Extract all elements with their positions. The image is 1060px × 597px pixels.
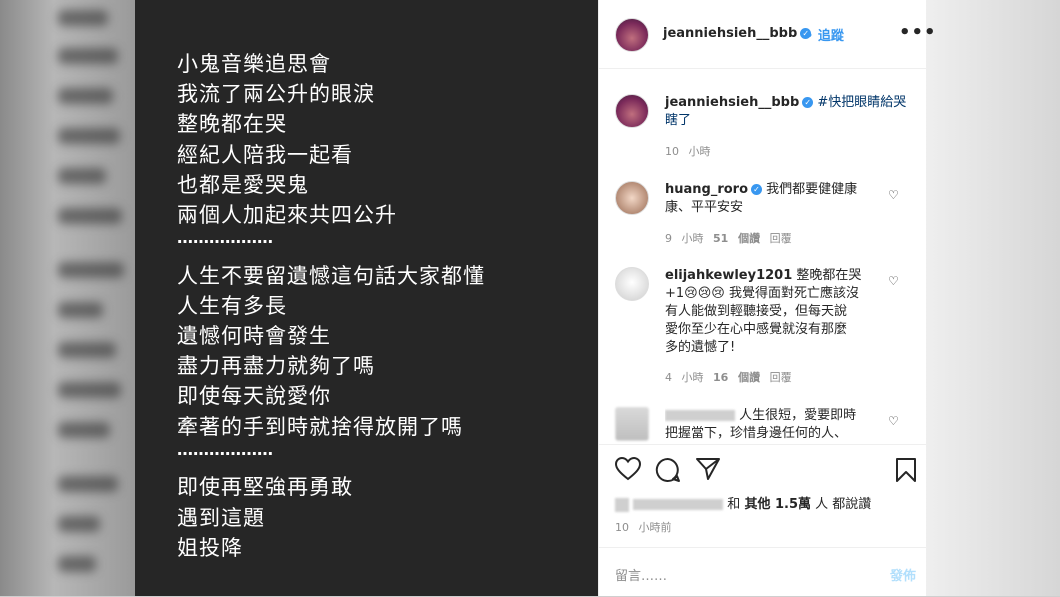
lyric-line: 即使每天說愛你 bbox=[177, 384, 331, 408]
lyric-divider: ……………… bbox=[177, 228, 273, 247]
post-sidebar: jeanniehsieh__bbb ✓ • 追蹤 ••• jeanniehsieh… bbox=[598, 0, 936, 597]
comment-text: 多的遺憾了! bbox=[665, 340, 736, 355]
more-options-icon[interactable]: ••• bbox=[899, 22, 937, 43]
lyric-line: 整晚都在哭 bbox=[177, 112, 287, 136]
like-icon[interactable] bbox=[615, 457, 641, 481]
comment-text: 有人能做到輕聽接受，但每天說 bbox=[665, 304, 848, 319]
comment-text: 整晚都在哭 bbox=[796, 268, 862, 283]
caption-username[interactable]: jeanniehsieh__bbb bbox=[665, 95, 799, 110]
follow-label[interactable]: 追蹤 bbox=[818, 29, 844, 44]
post-header: jeanniehsieh__bbb ✓ • 追蹤 ••• bbox=[599, 0, 936, 69]
lyric-line: 盡力再盡力就夠了嗎 bbox=[177, 354, 375, 378]
avatar[interactable] bbox=[615, 94, 649, 128]
lyric-line: 牽著的手到時就捨得放開了嗎 bbox=[177, 415, 463, 439]
verified-badge-icon: ✓ bbox=[802, 97, 814, 108]
lyric-line: 也都是愛哭鬼 bbox=[177, 173, 309, 197]
comment: elijahkewley1201 整晚都在哭 +1😢😢😢 我覺得面對死亡應該沒 … bbox=[665, 267, 880, 357]
likes-summary[interactable]: 和 其他 1.5萬 人 都說讚 bbox=[615, 493, 871, 512]
comment: huang_roro ✓ 我們都要健健康 康、平平安安 bbox=[665, 181, 880, 217]
comment: 人生很短，愛要即時 把握當下，珍惜身邊任何的人、 bbox=[665, 407, 880, 443]
lyric-line: 經紀人陪我一起看 bbox=[177, 143, 353, 167]
comment-text: 愛你至少在心中感覺就沒有那麼 bbox=[665, 322, 848, 337]
comment-text: 人生很短，愛要即時 bbox=[739, 408, 857, 423]
heart-icon[interactable]: ♡ bbox=[888, 274, 899, 288]
lyric-line: 兩個人加起來共四公升 bbox=[177, 203, 397, 227]
comment-username[interactable]: huang_roro bbox=[665, 182, 748, 197]
comment-text: 我們都要健健康 bbox=[766, 182, 858, 197]
comment-input-area: 留言…… 發佈 bbox=[599, 547, 926, 597]
avatar[interactable] bbox=[615, 267, 649, 301]
comment-icon[interactable] bbox=[655, 457, 681, 483]
post-image: 小鬼音樂追思會 我流了兩公升的眼淚 整晚都在哭 經紀人陪我一起看 也都是愛哭鬼 … bbox=[135, 0, 598, 596]
avatar[interactable] bbox=[615, 181, 649, 215]
caption-hashtag[interactable]: #快把眼睛給哭 bbox=[817, 95, 906, 110]
lyric-line: 遇到這題 bbox=[177, 506, 265, 530]
lyric-line: 姐投降 bbox=[177, 536, 243, 560]
comment-text: 把握當下，珍惜身邊任何的人、 bbox=[665, 426, 848, 441]
heart-icon[interactable]: ♡ bbox=[888, 188, 899, 202]
blurred-background-right bbox=[925, 0, 1060, 596]
reply-button[interactable]: 回覆 bbox=[770, 232, 792, 245]
comment-meta: 4 小時 16 個讚 回覆 bbox=[665, 369, 792, 385]
lyric-line: 人生有多長 bbox=[177, 294, 287, 318]
lyric-divider: ……………… bbox=[177, 440, 273, 459]
avatar[interactable] bbox=[615, 18, 649, 52]
comment-text: 康、平平安安 bbox=[665, 200, 744, 215]
blurred-avatar bbox=[615, 497, 629, 512]
caption-time: 10 小時 bbox=[665, 145, 711, 158]
likes-count: 1.5萬 bbox=[774, 497, 812, 512]
avatar[interactable] bbox=[615, 407, 649, 441]
blurred-username bbox=[633, 499, 724, 510]
post-time: 10 小時前 bbox=[615, 521, 672, 534]
comment-time: 9 小時 bbox=[665, 232, 704, 245]
follow-button[interactable]: • 追蹤 bbox=[805, 25, 844, 44]
lyric-line: 遺憾何時會發生 bbox=[177, 324, 331, 348]
caption-hashtag-cont[interactable]: 瞎了 bbox=[665, 113, 691, 128]
blurred-username bbox=[665, 410, 735, 421]
lyric-line: 我流了兩公升的眼淚 bbox=[177, 82, 375, 106]
likes-and-label: 和 bbox=[727, 497, 741, 512]
post-comment-button[interactable]: 發佈 bbox=[890, 565, 916, 584]
comment-input[interactable]: 留言…… bbox=[615, 565, 667, 584]
header-username[interactable]: jeanniehsieh__bbb ✓ bbox=[663, 26, 812, 41]
likes-others-label: 其他 bbox=[744, 497, 771, 512]
verified-badge-icon: ✓ bbox=[751, 184, 763, 195]
header-username-text[interactable]: jeanniehsieh__bbb bbox=[663, 26, 797, 41]
lyric-line: 小鬼音樂追思會 bbox=[177, 52, 331, 76]
lyric-line: 即使再堅強再勇敢 bbox=[177, 475, 353, 499]
share-icon[interactable] bbox=[695, 457, 721, 481]
heart-icon[interactable]: ♡ bbox=[888, 414, 899, 428]
comment-username[interactable]: elijahkewley1201 bbox=[665, 268, 792, 283]
comment-time: 4 小時 bbox=[665, 371, 704, 384]
lyric-line: 人生不要留遺憾這句話大家都懂 bbox=[177, 264, 485, 288]
blurred-background-left bbox=[0, 0, 135, 596]
comment-likes[interactable]: 51 個讚 bbox=[713, 232, 760, 245]
bookmark-icon[interactable] bbox=[895, 457, 917, 483]
likes-suffix: 人 都說讚 bbox=[815, 497, 872, 512]
reply-button[interactable]: 回覆 bbox=[770, 371, 792, 384]
comment-meta: 9 小時 51 個讚 回覆 bbox=[665, 230, 792, 246]
comment-likes[interactable]: 16 個讚 bbox=[713, 371, 760, 384]
comment-text: +1😢😢😢 我覺得面對死亡應該沒 bbox=[665, 286, 859, 301]
caption: jeanniehsieh__bbb ✓ #快把眼睛給哭 瞎了 bbox=[665, 94, 910, 130]
